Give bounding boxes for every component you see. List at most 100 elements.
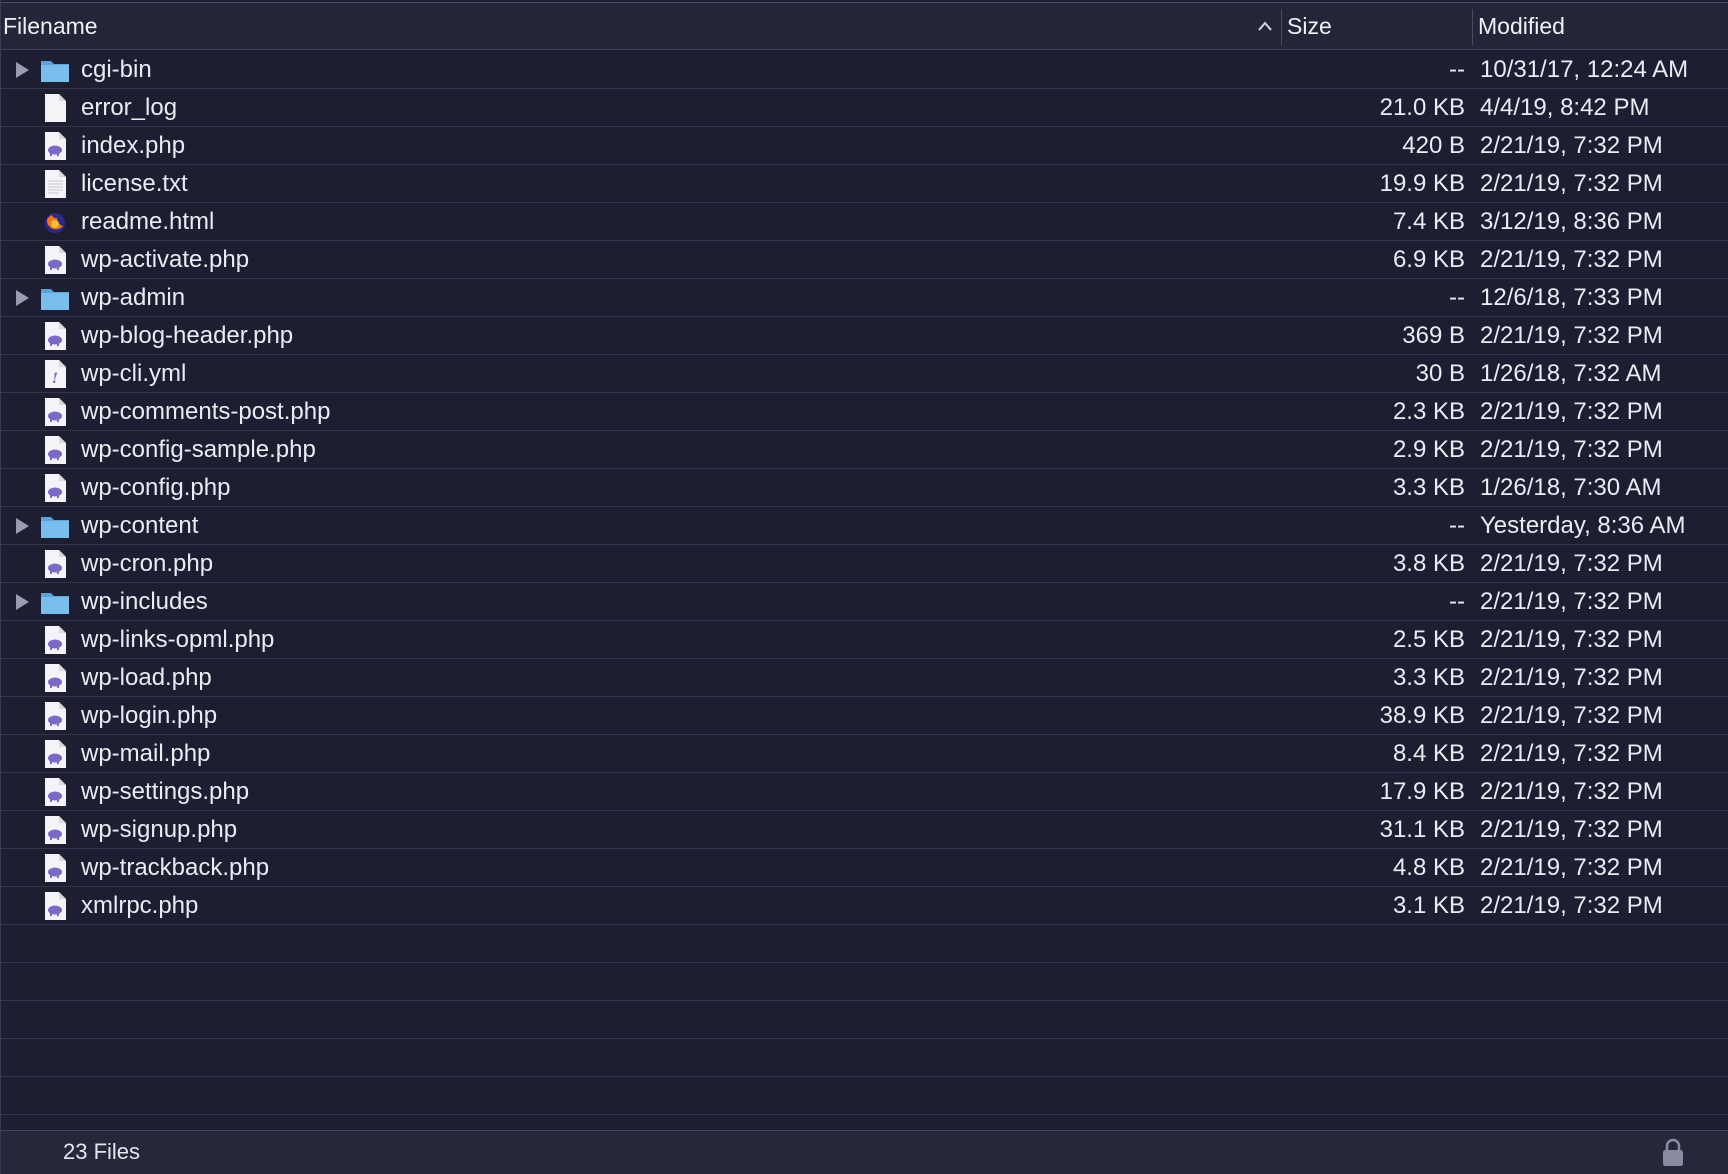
file-row[interactable]: error_log 21.0 KB 4/4/19, 8:42 PM [1, 89, 1728, 127]
file-size: 2.9 KB [1392, 436, 1465, 463]
file-size: -- [1449, 284, 1465, 311]
file-size: 6.9 KB [1392, 246, 1465, 273]
folder-icon [39, 55, 71, 85]
file-size: 369 B [1402, 322, 1465, 349]
chevron-up-icon[interactable] [1256, 19, 1274, 33]
text-file-icon [39, 169, 71, 199]
column-header-filename[interactable]: Filename [3, 3, 98, 50]
svg-text:!: ! [52, 371, 58, 387]
file-row[interactable]: wp-signup.php 31.1 KB 2/21/19, 7:32 PM [1, 811, 1728, 849]
file-modified: 2/21/19, 7:32 PM [1480, 322, 1663, 349]
empty-row [1, 925, 1728, 963]
disclosure-triangle-icon[interactable] [16, 290, 29, 306]
folder-row[interactable]: wp-admin -- 12/6/18, 7:33 PM [1, 279, 1728, 317]
file-size: -- [1449, 512, 1465, 539]
folder-row[interactable]: wp-includes -- 2/21/19, 7:32 PM [1, 583, 1728, 621]
disclosure-triangle-icon[interactable] [16, 594, 29, 610]
php-file-icon [39, 777, 71, 807]
file-modified: 2/21/19, 7:32 PM [1480, 132, 1663, 159]
file-size: 3.3 KB [1392, 474, 1465, 501]
file-name: wp-login.php [81, 702, 218, 729]
file-size: -- [1449, 588, 1465, 615]
file-name: license.txt [81, 170, 188, 197]
file-size: 7.4 KB [1392, 208, 1465, 235]
file-name: wp-mail.php [81, 740, 211, 767]
file-modified: 2/21/19, 7:32 PM [1480, 436, 1663, 463]
file-name: wp-cron.php [81, 550, 214, 577]
file-modified: 2/21/19, 7:32 PM [1480, 702, 1663, 729]
column-separator[interactable] [1472, 9, 1473, 45]
file-name: wp-blog-header.php [81, 322, 294, 349]
folder-icon [39, 283, 71, 313]
column-separator[interactable] [1281, 9, 1282, 45]
file-size: 31.1 KB [1379, 816, 1465, 843]
php-file-icon [39, 891, 71, 921]
php-file-icon [39, 549, 71, 579]
file-row[interactable]: wp-mail.php 8.4 KB 2/21/19, 7:32 PM [1, 735, 1728, 773]
file-modified: 1/26/18, 7:32 AM [1480, 360, 1662, 387]
file-modified: 2/21/19, 7:32 PM [1480, 664, 1663, 691]
status-bar: 23 Files [1, 1130, 1728, 1174]
file-modified: Yesterday, 8:36 AM [1480, 512, 1686, 539]
file-count: 23 Files [63, 1139, 141, 1164]
file-row[interactable]: wp-links-opml.php 2.5 KB 2/21/19, 7:32 PM [1, 621, 1728, 659]
file-name: wp-comments-post.php [81, 398, 331, 425]
php-file-icon [39, 245, 71, 275]
file-name: wp-config-sample.php [81, 436, 316, 463]
lock-icon[interactable] [1661, 1137, 1685, 1167]
file-modified: 10/31/17, 12:24 AM [1480, 56, 1689, 83]
php-file-icon [39, 663, 71, 693]
file-modified: 3/12/19, 8:36 PM [1480, 208, 1663, 235]
file-size: 2.3 KB [1392, 398, 1465, 425]
folder-icon [39, 511, 71, 541]
file-size: 21.0 KB [1379, 94, 1465, 121]
file-modified: 2/21/19, 7:32 PM [1480, 626, 1663, 653]
document-icon [39, 93, 71, 123]
file-row[interactable]: index.php 420 B 2/21/19, 7:32 PM [1, 127, 1728, 165]
file-row[interactable]: wp-activate.php 6.9 KB 2/21/19, 7:32 PM [1, 241, 1728, 279]
file-size: 3.8 KB [1392, 550, 1465, 577]
folder-row[interactable]: wp-content -- Yesterday, 8:36 AM [1, 507, 1728, 545]
file-name: wp-content [81, 512, 199, 539]
file-modified: 2/21/19, 7:32 PM [1480, 246, 1663, 273]
file-size: 30 B [1415, 360, 1465, 387]
file-size: 2.5 KB [1392, 626, 1465, 653]
file-modified: 2/21/19, 7:32 PM [1480, 854, 1663, 881]
file-row[interactable]: readme.html 7.4 KB 3/12/19, 8:36 PM [1, 203, 1728, 241]
disclosure-triangle-icon[interactable] [16, 62, 29, 78]
file-name: wp-signup.php [81, 816, 238, 843]
file-modified: 1/26/18, 7:30 AM [1480, 474, 1662, 501]
column-header-modified[interactable]: Modified [1478, 3, 1565, 50]
disclosure-triangle-icon[interactable] [16, 518, 29, 534]
file-row[interactable]: wp-trackback.php 4.8 KB 2/21/19, 7:32 PM [1, 849, 1728, 887]
php-file-icon [39, 815, 71, 845]
php-file-icon [39, 473, 71, 503]
file-browser-window: Filename Size Modified cgi-bin -- 10/31/17… [0, 0, 1728, 1174]
file-size: 38.9 KB [1379, 702, 1465, 729]
file-row[interactable]: wp-cron.php 3.8 KB 2/21/19, 7:32 PM [1, 545, 1728, 583]
file-modified: 2/21/19, 7:32 PM [1480, 588, 1663, 615]
file-row[interactable]: license.txt 19.9 KB 2/21/19, 7:32 PM [1, 165, 1728, 203]
file-row[interactable]: wp-config.php 3.3 KB 1/26/18, 7:30 AM [1, 469, 1728, 507]
file-row[interactable]: wp-blog-header.php 369 B 2/21/19, 7:32 PM [1, 317, 1728, 355]
file-row[interactable]: ! wp-cli.yml 30 B 1/26/18, 7:32 AM [1, 355, 1728, 393]
file-size: 8.4 KB [1392, 740, 1465, 767]
file-row[interactable]: wp-login.php 38.9 KB 2/21/19, 7:32 PM [1, 697, 1728, 735]
empty-row [1, 1077, 1728, 1115]
file-row[interactable]: wp-settings.php 17.9 KB 2/21/19, 7:32 PM [1, 773, 1728, 811]
empty-row [1, 963, 1728, 1001]
empty-row [1, 1039, 1728, 1077]
file-row[interactable]: xmlrpc.php 3.1 KB 2/21/19, 7:32 PM [1, 887, 1728, 925]
column-header-size[interactable]: Size [1287, 3, 1332, 50]
file-name: wp-admin [81, 284, 186, 311]
file-row[interactable]: wp-load.php 3.3 KB 2/21/19, 7:32 PM [1, 659, 1728, 697]
file-size: 3.1 KB [1392, 892, 1465, 919]
file-row[interactable]: wp-comments-post.php 2.3 KB 2/21/19, 7:32 … [1, 393, 1728, 431]
file-name: wp-config.php [81, 474, 231, 501]
file-modified: 2/21/19, 7:32 PM [1480, 740, 1663, 767]
empty-row [1, 1001, 1728, 1039]
firefox-icon [39, 207, 71, 237]
folder-row[interactable]: cgi-bin -- 10/31/17, 12:24 AM [1, 51, 1728, 89]
file-size: -- [1449, 56, 1465, 83]
file-row[interactable]: wp-config-sample.php 2.9 KB 2/21/19, 7:32 … [1, 431, 1728, 469]
